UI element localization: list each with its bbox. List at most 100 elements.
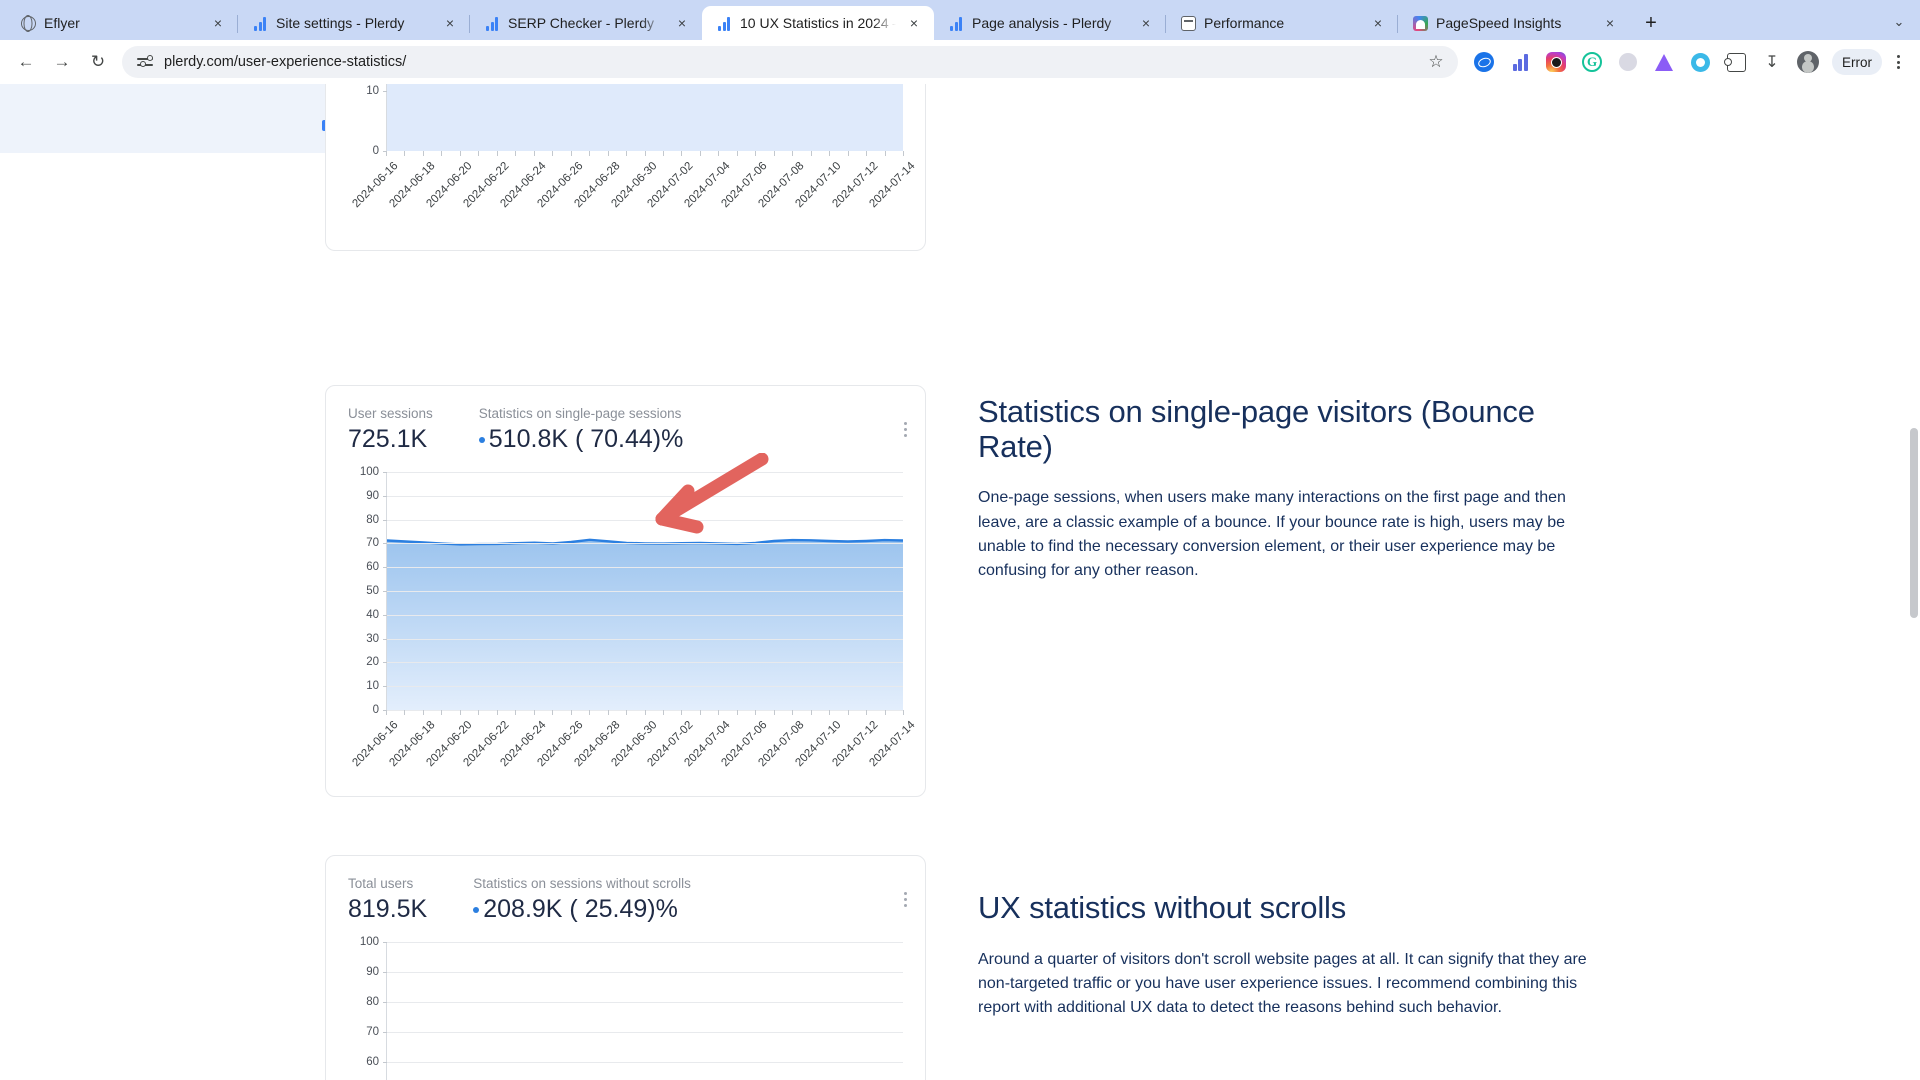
browser-toolbar: ← → ↻ plerdy.com/user-experience-statist… xyxy=(0,40,1920,84)
x-tick-mark xyxy=(662,710,664,715)
star-icon[interactable]: ☆ xyxy=(1426,52,1446,72)
browser-tab-1[interactable]: Site settings - Plerdy × xyxy=(238,6,470,40)
gridline xyxy=(387,972,903,973)
card-kebab-icon[interactable] xyxy=(904,892,907,907)
area-series xyxy=(387,84,903,151)
x-tick-mark xyxy=(626,710,628,715)
address-bar-url[interactable]: plerdy.com/user-experience-statistics/ xyxy=(164,54,1416,70)
purple-extension-icon[interactable] xyxy=(1652,50,1676,74)
series-dot-icon xyxy=(473,906,480,913)
plerdy-bars-icon xyxy=(948,15,964,31)
x-tick-mark xyxy=(903,710,904,715)
gridline xyxy=(387,686,903,688)
browser-tab-0[interactable]: Eflyer × xyxy=(6,6,238,40)
metric-value: 208.9K ( 25.49)% xyxy=(473,895,691,924)
x-tick-mark xyxy=(829,151,831,156)
instagram-extension-icon[interactable] xyxy=(1544,50,1568,74)
x-tick-mark xyxy=(903,151,904,156)
x-tick-mark xyxy=(773,710,775,715)
tab-close-button[interactable]: × xyxy=(1136,13,1156,33)
y-tick-label: 80 xyxy=(366,996,379,1008)
tab-close-button[interactable]: × xyxy=(1368,13,1388,33)
plot-area: 5060708090100 xyxy=(360,936,903,1080)
browser-tab-6[interactable]: PageSpeed Insights × xyxy=(1398,6,1630,40)
x-tick-mark xyxy=(459,151,461,156)
y-tick-label: 70 xyxy=(366,1026,379,1038)
gridline xyxy=(387,1002,903,1003)
x-tick-mark xyxy=(755,151,757,156)
x-tick-mark xyxy=(515,710,517,715)
gridline xyxy=(387,638,903,640)
y-tick-label: 90 xyxy=(366,489,379,502)
chart-without-scrolls: 5060708090100 xyxy=(348,936,903,1080)
back-arrow-icon[interactable]: ← xyxy=(10,46,42,78)
card-kebab-icon[interactable] xyxy=(904,422,907,437)
y-tick-label: 10 xyxy=(366,85,379,97)
x-tick-mark xyxy=(736,710,738,715)
y-tick-label: 50 xyxy=(366,585,379,597)
tab-close-button[interactable]: × xyxy=(904,13,924,33)
reload-icon[interactable]: ↻ xyxy=(82,46,114,78)
x-tick-mark xyxy=(884,710,886,715)
tab-close-button[interactable]: × xyxy=(672,13,692,33)
link-extension-icon[interactable] xyxy=(1472,50,1496,74)
tab-title: 10 UX Statistics in 2024 – Ple xyxy=(740,15,896,31)
tab-close-button[interactable]: × xyxy=(208,13,228,33)
browser-tab-2[interactable]: SERP Checker - Plerdy × xyxy=(470,6,702,40)
forward-arrow-icon[interactable]: → xyxy=(46,46,78,78)
x-tick-mark xyxy=(681,710,683,715)
x-tick-mark xyxy=(441,151,443,156)
x-tick-mark xyxy=(552,151,554,156)
scrollbar-thumb[interactable] xyxy=(1910,428,1918,618)
page-scrollbar[interactable] xyxy=(1908,168,1920,1080)
y-tick-label: 80 xyxy=(366,513,379,526)
x-tick-mark xyxy=(533,151,535,156)
tab-close-button[interactable]: × xyxy=(1600,13,1620,33)
x-tick-mark xyxy=(792,151,794,156)
y-tick-label: 40 xyxy=(366,608,379,621)
browser-tab-active[interactable]: 10 UX Statistics in 2024 – Ple × xyxy=(702,6,934,40)
x-tick-mark xyxy=(422,151,424,156)
address-bar[interactable]: plerdy.com/user-experience-statistics/ ☆ xyxy=(122,46,1458,78)
y-tick-mark xyxy=(383,614,387,616)
metric-value: 725.1K xyxy=(348,425,428,453)
without-scrolls-article: UX statistics without scrolls Around a q… xyxy=(978,890,1588,1021)
red-arrow-annotation xyxy=(655,453,769,534)
y-tick-label: 20 xyxy=(366,656,379,669)
metric-label: User sessions xyxy=(348,406,433,421)
x-tick-mark xyxy=(589,151,591,156)
browser-tab-4[interactable]: Page analysis - Plerdy × xyxy=(934,6,1166,40)
gridline xyxy=(387,614,903,616)
tab-search-chevron-down-icon[interactable]: ⌄ xyxy=(1884,7,1914,37)
new-tab-button[interactable]: + xyxy=(1636,8,1666,38)
tab-title: Site settings - Plerdy xyxy=(276,15,405,31)
card-header: User sessions 725.1K Statistics on singl… xyxy=(326,386,925,454)
three-dot-menu-icon[interactable] xyxy=(1886,49,1910,75)
tune-icon[interactable] xyxy=(136,53,154,71)
y-tick-label: 0 xyxy=(372,145,379,157)
y-tick-mark xyxy=(383,543,387,545)
y-tick-label: 10 xyxy=(366,680,379,693)
cyan-extension-icon[interactable] xyxy=(1688,50,1712,74)
gridline xyxy=(387,942,903,943)
y-tick-mark xyxy=(383,1062,387,1063)
tab-close-button[interactable]: × xyxy=(440,13,460,33)
error-badge[interactable]: Error xyxy=(1832,49,1882,75)
y-tick-mark xyxy=(383,495,387,497)
y-tick-label: 100 xyxy=(359,936,379,948)
plerdy-bars-icon xyxy=(716,15,732,31)
metric-label: Statistics on sessions without scrolls xyxy=(473,876,691,891)
puzzle-extensions-icon[interactable] xyxy=(1723,50,1748,74)
grammarly-extension-icon[interactable]: G xyxy=(1580,50,1604,74)
download-icon[interactable]: ↧ xyxy=(1760,50,1784,74)
browser-tab-5[interactable]: Performance × xyxy=(1166,6,1398,40)
gray-extension-icon[interactable] xyxy=(1616,50,1640,74)
profile-avatar[interactable] xyxy=(1796,50,1820,74)
x-tick-mark xyxy=(459,710,461,715)
plerdy-extension-icon[interactable] xyxy=(1508,50,1532,74)
x-tick-mark xyxy=(441,710,443,715)
x-tick-mark xyxy=(792,710,794,715)
performance-icon xyxy=(1180,15,1196,31)
x-tick-mark xyxy=(607,151,609,156)
x-tick-mark xyxy=(755,710,757,715)
